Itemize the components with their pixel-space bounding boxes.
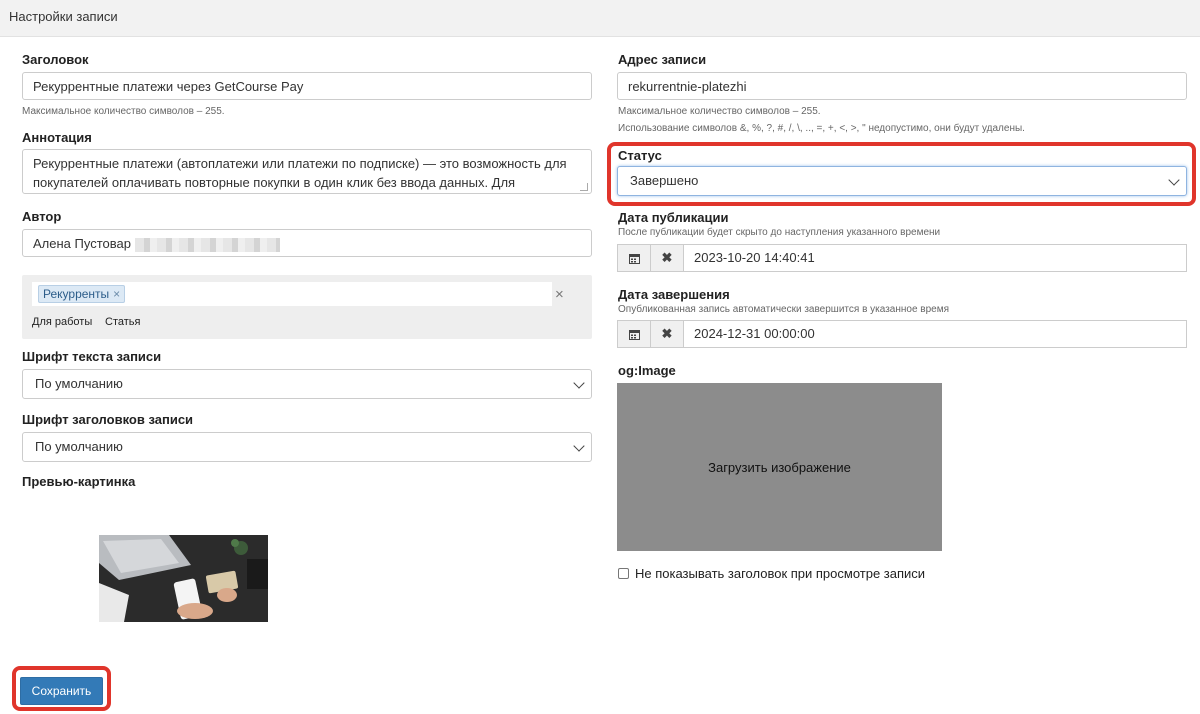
- end-date-label: Дата завершения: [618, 287, 730, 302]
- end-date-hint: Опубликованная запись автоматически заве…: [618, 304, 950, 315]
- chevron-down-icon: [1168, 174, 1180, 186]
- title-label: Заголовок: [22, 52, 89, 67]
- calendar-icon[interactable]: [617, 320, 651, 348]
- font-headers-select[interactable]: По умолчанию: [22, 432, 592, 462]
- status-label: Статус: [618, 148, 662, 163]
- font-text-label: Шрифт текста записи: [22, 349, 162, 364]
- address-input[interactable]: rekurrentnie-platezhi: [617, 72, 1187, 100]
- publish-date-hint: После публикации будет скрыто до наступл…: [618, 227, 941, 238]
- hide-title-label[interactable]: Не показывать заголовок при просмотре за…: [635, 566, 925, 581]
- preview-image[interactable]: [99, 535, 268, 622]
- title-input[interactable]: Рекуррентные платежи через GetCourse Pay: [22, 72, 592, 100]
- page-title: Настройки записи: [9, 9, 118, 24]
- resize-handle-icon[interactable]: [580, 183, 588, 191]
- address-label: Адрес записи: [618, 52, 707, 67]
- tag-label: Рекурренты: [43, 287, 110, 301]
- author-input[interactable]: Алена Пустовар: [22, 229, 592, 257]
- clear-date-icon[interactable]: ✖: [650, 320, 684, 348]
- tag-suggestion[interactable]: Статья: [105, 316, 140, 328]
- chevron-down-icon: [573, 440, 585, 452]
- save-button[interactable]: Сохранить: [20, 677, 103, 705]
- preview-photo: [99, 535, 268, 622]
- annotation-text: Рекуррентные платежи (автоплатежи или пл…: [33, 156, 567, 190]
- annotation-textarea[interactable]: Рекуррентные платежи (автоплатежи или пл…: [22, 149, 592, 194]
- redacted-blur: [134, 237, 280, 252]
- status-value: Завершено: [630, 173, 699, 188]
- end-date-input[interactable]: 2024-12-31 00:00:00: [683, 320, 1187, 348]
- publish-date-input[interactable]: 2023-10-20 14:40:41: [683, 244, 1187, 272]
- hide-title-checkbox[interactable]: [618, 568, 629, 579]
- upload-image-button[interactable]: Загрузить изображение: [617, 383, 942, 551]
- settings-header: Настройки записи: [0, 0, 1200, 37]
- annotation-label: Аннотация: [22, 130, 92, 145]
- font-text-select[interactable]: По умолчанию: [22, 369, 592, 399]
- tag-chip: Рекурренты ×: [38, 285, 126, 303]
- address-hint: Максимальное количество символов – 255.: [618, 106, 821, 117]
- author-label: Автор: [22, 209, 62, 224]
- title-hint: Максимальное количество символов – 255.: [22, 106, 225, 117]
- tags-input[interactable]: Рекурренты ×: [32, 282, 552, 306]
- preview-label: Превью-картинка: [22, 474, 136, 489]
- upload-image-label: Загрузить изображение: [708, 459, 851, 475]
- chevron-down-icon: [573, 377, 585, 389]
- status-select[interactable]: Завершено: [617, 166, 1187, 196]
- tag-suggestion[interactable]: Для работы: [32, 316, 92, 328]
- og-image-label: og:Image: [618, 363, 676, 378]
- font-text-value: По умолчанию: [35, 376, 123, 391]
- font-headers-label: Шрифт заголовков записи: [22, 412, 194, 427]
- tags-panel: Рекурренты × × Для работы Статья: [22, 275, 592, 339]
- tags-clear-icon[interactable]: ×: [555, 286, 564, 303]
- calendar-icon[interactable]: [617, 244, 651, 272]
- font-headers-value: По умолчанию: [35, 439, 123, 454]
- publish-date-label: Дата публикации: [618, 210, 729, 225]
- author-name: Алена Пустовар: [33, 236, 131, 251]
- tag-remove-icon[interactable]: ×: [113, 287, 120, 301]
- clear-date-icon[interactable]: ✖: [650, 244, 684, 272]
- address-chars-hint: Использование символов &, %, ?, #, /, \,…: [618, 123, 1025, 134]
